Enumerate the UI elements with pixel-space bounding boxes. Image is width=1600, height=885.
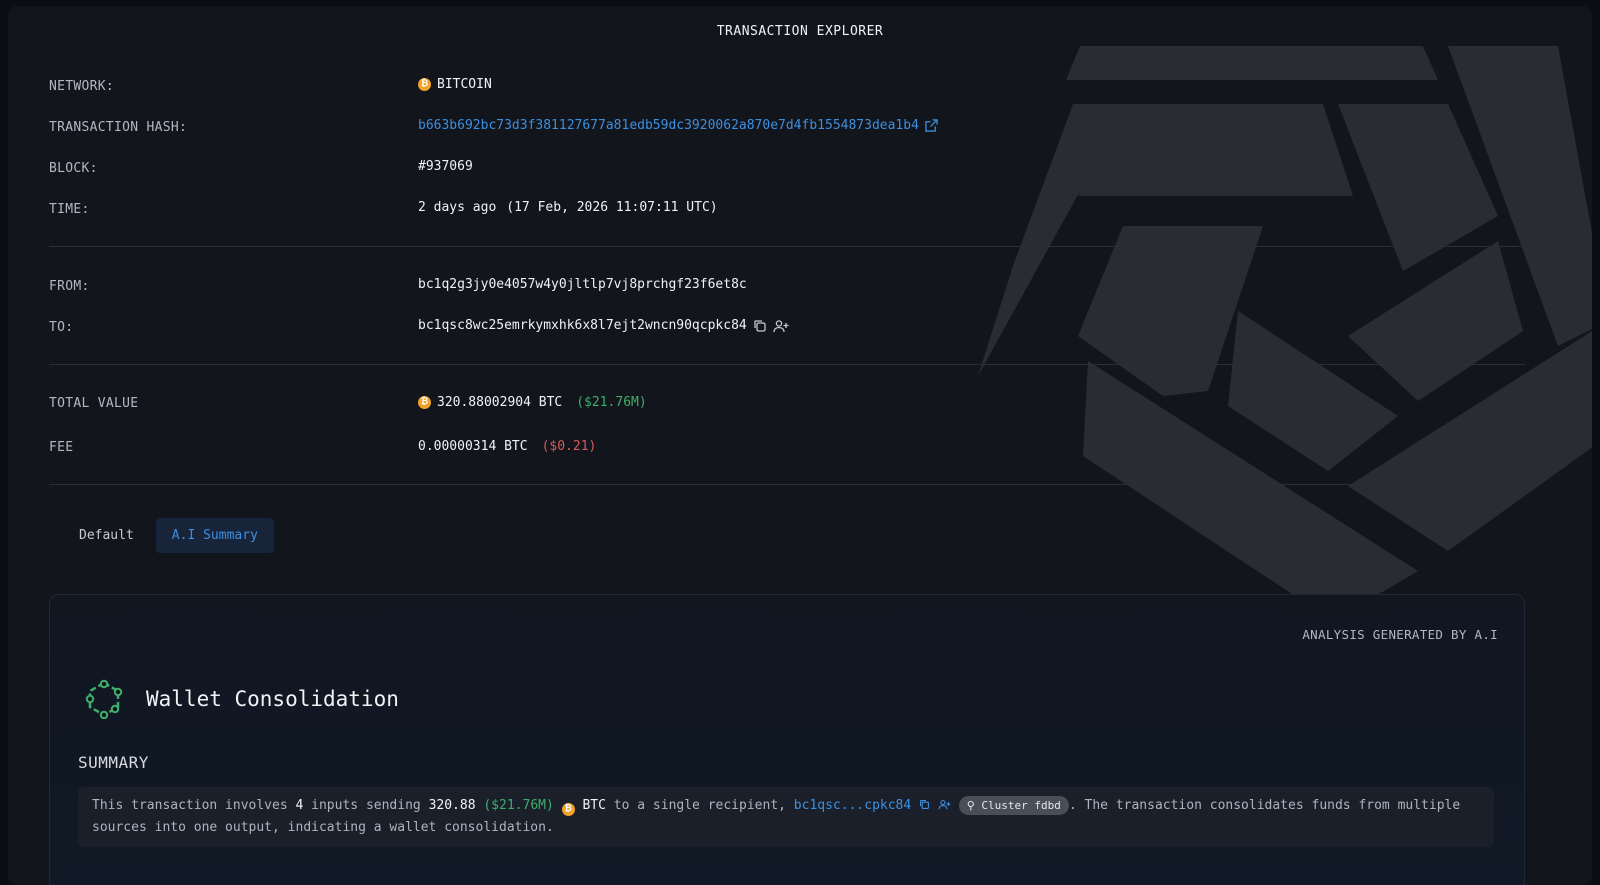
to-label: TO:: [49, 320, 74, 335]
tab-default[interactable]: Default: [49, 518, 150, 553]
from-address[interactable]: bc1q2g3jy0e4057w4y0jltlp7vj8prchgf23f6et…: [418, 277, 747, 292]
divider: [49, 246, 1525, 247]
summary-currency: BTC: [582, 798, 606, 813]
recipient-link[interactable]: bc1qsc...cpkc84: [794, 798, 911, 813]
from-label: FROM:: [49, 279, 90, 294]
to-address[interactable]: bc1qsc8wc25emrkymxhk6x8l7ejt2wncn90qcpkc…: [418, 318, 747, 333]
ai-analysis-card: ANALYSIS GENERATED BY A.I Wallet Consoli…: [49, 594, 1525, 885]
to-value: bc1qsc8wc25emrkymxhk6x8l7ejt2wncn90qcpkc…: [418, 318, 789, 333]
copy-icon[interactable]: [919, 799, 930, 810]
analysis-heading: Wallet Consolidation: [84, 679, 399, 719]
summary-part: This transaction involves: [92, 798, 296, 813]
watermark-logo-icon: [978, 46, 1592, 621]
network-label: NETWORK:: [49, 79, 115, 94]
block-label: BLOCK:: [49, 161, 98, 176]
network-name: BITCOIN: [437, 77, 492, 92]
add-user-icon[interactable]: [773, 319, 789, 333]
hash-label: TRANSACTION HASH:: [49, 120, 188, 135]
total-value-amount: 320.88002904 BTC: [437, 395, 563, 410]
time-value: 2 days ago (17 Feb, 2026 11:07:11 UTC): [418, 200, 718, 215]
network-value: ₿ BITCOIN: [418, 77, 492, 92]
summary-amount: 320.88: [428, 798, 476, 813]
fee-label: FEE: [49, 440, 74, 455]
summary-text: This transaction involves 4 inputs sendi…: [78, 787, 1494, 847]
divider: [49, 364, 1525, 365]
cluster-icon: ⚲: [966, 799, 975, 812]
summary-usd: ($21.76M): [483, 798, 554, 813]
add-user-icon[interactable]: [938, 799, 951, 810]
consolidation-icon: [85, 679, 123, 719]
summary-title: SUMMARY: [78, 753, 149, 772]
transaction-hash-link[interactable]: b663b692bc73d3f381127677a81edb59dc392006…: [418, 118, 919, 133]
divider: [49, 484, 1525, 485]
fee-usd: ($0.21): [541, 439, 597, 454]
total-value-label: TOTAL VALUE: [49, 396, 139, 411]
summary-part: inputs sending: [303, 798, 429, 813]
time-absolute: (17 Feb, 2026 11:07:11 UTC): [506, 200, 718, 215]
tab-ai-summary[interactable]: A.I Summary: [155, 518, 274, 553]
explorer-panel: TRANSACTION EXPLORER NETWORK: ₿ BITCOIN …: [8, 6, 1592, 885]
time-relative: 2 days ago: [418, 200, 497, 215]
page-title: TRANSACTION EXPLORER: [716, 24, 884, 39]
fee-value: 0.00000314 BTC ($0.21): [418, 439, 596, 454]
cluster-badge[interactable]: ⚲ Cluster fdbd: [958, 796, 1069, 815]
summary-part: to a single recipient,: [605, 798, 794, 813]
block-value: #937069: [418, 159, 473, 174]
fee-amount: 0.00000314 BTC: [418, 439, 528, 454]
bitcoin-icon: ₿: [418, 78, 431, 91]
total-value: ₿ 320.88002904 BTC ($21.76M): [418, 395, 647, 410]
total-value-usd: ($21.76M): [576, 395, 647, 410]
hash-value: b663b692bc73d3f381127677a81edb59dc392006…: [418, 118, 938, 133]
bitcoin-icon: ₿: [418, 396, 431, 409]
copy-icon[interactable]: [753, 319, 767, 333]
view-tabs: Default A.I Summary: [49, 518, 274, 553]
analysis-generated-label: ANALYSIS GENERATED BY A.I: [1302, 627, 1498, 642]
analysis-title: Wallet Consolidation: [146, 687, 399, 711]
cluster-label: Cluster fdbd: [981, 799, 1061, 812]
time-label: TIME:: [49, 202, 90, 217]
bitcoin-icon: ₿: [561, 803, 575, 816]
external-link-icon[interactable]: [925, 119, 938, 132]
